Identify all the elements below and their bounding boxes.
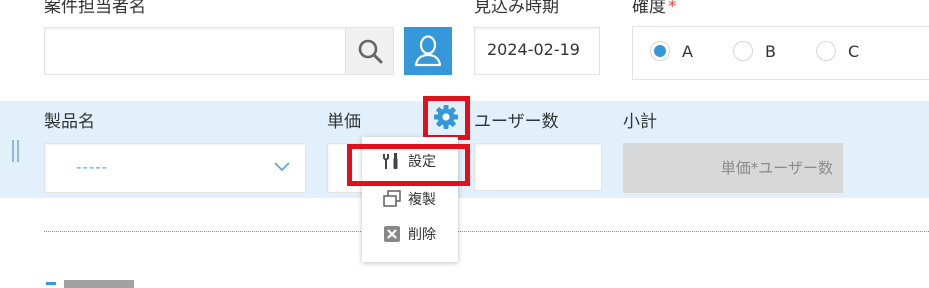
person-field-label: 案件担当者名 (44, 0, 146, 17)
required-mark: * (668, 0, 677, 17)
radio-label: A (682, 41, 693, 61)
product-select-value: ----- (76, 158, 109, 176)
unit-price-label: 単価 (327, 112, 361, 132)
certainty-option-c[interactable]: C (816, 41, 859, 61)
subtotal-label: 小計 (623, 112, 657, 132)
chevron-down-icon (274, 162, 290, 172)
user-count-input[interactable] (474, 143, 602, 191)
prospect-field-label: 見込み時期 (474, 0, 559, 17)
user-count-label: ユーザー数 (474, 112, 559, 132)
duplicate-icon (382, 189, 402, 209)
product-name-label: 製品名 (44, 112, 95, 132)
prospect-date-input[interactable]: 2024-02-19 (474, 27, 600, 75)
menu-item-label: 削除 (408, 227, 436, 243)
radio-button[interactable] (733, 41, 753, 61)
user-icon (414, 35, 442, 67)
person-search-button[interactable] (345, 27, 394, 75)
gear-highlight-box (423, 96, 470, 140)
radio-label: B (765, 41, 776, 61)
certainty-label-text: 確度 (632, 0, 666, 17)
menu-item-label: 複製 (408, 192, 436, 208)
radio-button[interactable] (650, 41, 670, 61)
prospect-date-value: 2024-02-19 (487, 40, 580, 59)
next-section-header-fragment (46, 276, 136, 288)
search-icon (358, 39, 382, 64)
certainty-option-a[interactable]: A (650, 41, 693, 61)
menu-item-delete[interactable]: 削除 (362, 216, 458, 252)
section-divider (44, 231, 929, 232)
certainty-radio-group: A B C (632, 26, 929, 80)
subtotal-placeholder: 単価*ユーザー数 (720, 159, 833, 177)
menu-item-duplicate[interactable]: 複製 (362, 181, 458, 217)
certainty-option-b[interactable]: B (733, 41, 776, 61)
product-select[interactable]: ----- (44, 143, 306, 193)
certainty-field-label: 確度 * (632, 0, 677, 17)
person-input[interactable] (44, 27, 346, 75)
subtotal-field: 単価*ユーザー数 (623, 143, 843, 193)
radio-button[interactable] (816, 41, 836, 61)
row-drag-handle[interactable] (12, 140, 22, 162)
settings-highlight-box (347, 144, 470, 186)
radio-label: C (848, 41, 860, 61)
person-select-button[interactable] (404, 27, 452, 75)
delete-icon (382, 224, 402, 244)
